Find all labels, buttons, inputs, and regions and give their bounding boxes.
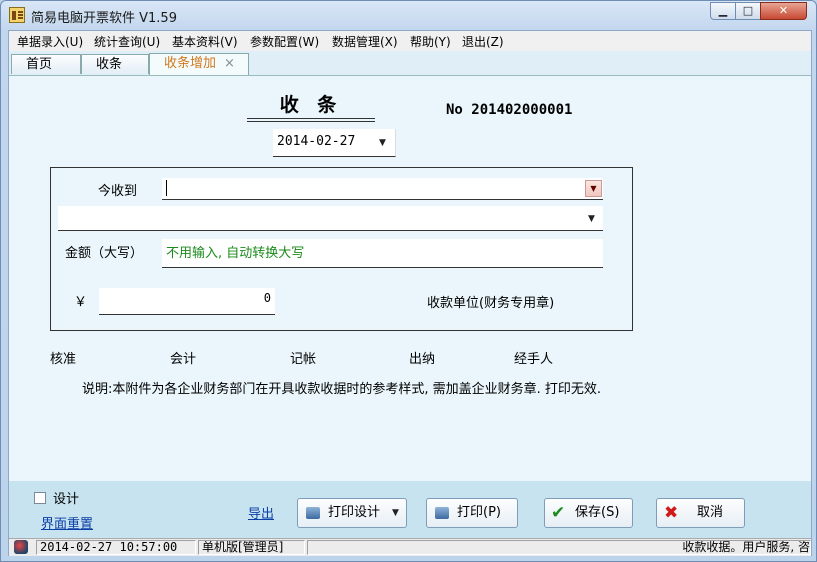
currency-symbol: ￥: [74, 295, 88, 310]
secondary-combo[interactable]: ▼: [58, 206, 603, 231]
app-icon: [9, 7, 25, 23]
save-button[interactable]: ✔ 保存(S): [544, 498, 633, 528]
export-link[interactable]: 导出: [248, 503, 274, 522]
signature-cashier: 出纳: [409, 352, 436, 367]
print-label: 打印(P): [457, 505, 501, 520]
save-label: 保存(S): [575, 505, 620, 520]
minimize-button[interactable]: ▁: [710, 2, 736, 20]
menu-item-help[interactable]: 帮助(Y): [410, 33, 451, 50]
menu-item-config[interactable]: 参数配置(W): [250, 33, 319, 50]
menu-item-exit[interactable]: 退出(Z): [462, 33, 504, 50]
tab-receipt-add-label: 收条增加: [164, 56, 217, 71]
received-from-input[interactable]: ▼: [162, 178, 603, 200]
menu-item-data-mgmt[interactable]: 数据管理(X): [332, 33, 398, 50]
tab-close-icon[interactable]: ×: [224, 56, 235, 71]
design-checkbox[interactable]: [34, 492, 46, 504]
receipt-frame: 今收到 ▼ ▼ 金额（大写） 不用输入, 自动转换大写 ￥ 0 收款单位(财务专…: [50, 167, 633, 331]
close-window-button[interactable]: ✕: [760, 2, 807, 20]
received-from-dropdown-icon[interactable]: ▼: [585, 180, 602, 197]
amount-upper-hint: 不用输入, 自动转换大写: [166, 246, 305, 261]
status-bar: 2014-02-27 10:57:00 单机版[管理员] 收款收据。用户服务, …: [9, 538, 811, 556]
title-underline: [247, 118, 375, 119]
signature-bookkeeper: 记帐: [290, 352, 317, 367]
signature-accountant: 会计: [170, 352, 197, 367]
tab-home-label: 首页: [26, 57, 53, 72]
design-label: 设计: [53, 492, 80, 507]
menu-item-basic-data[interactable]: 基本资料(V): [172, 33, 238, 50]
amount-input[interactable]: 0: [99, 288, 275, 315]
received-from-label: 今收到: [98, 184, 138, 199]
menu-bar: 单据录入(U) 统计查询(U) 基本资料(V) 参数配置(W) 数据管理(X) …: [9, 31, 811, 51]
reset-layout-link[interactable]: 界面重置: [41, 513, 93, 532]
status-message: 收款收据。用户服务, 咨: [307, 540, 811, 555]
checkmark-icon: ✔: [551, 503, 566, 523]
amount-value: 0: [263, 291, 271, 305]
date-picker[interactable]: 2014-02-27 ▼: [273, 129, 396, 157]
tab-strip: 首页 收条 收条增加 ×: [9, 51, 811, 76]
menu-item-stats[interactable]: 统计查询(U): [94, 33, 160, 50]
chevron-down-icon[interactable]: ▼: [379, 138, 386, 148]
text-cursor: [166, 180, 167, 196]
amount-upper-field: 不用输入, 自动转换大写: [162, 239, 603, 268]
cross-icon: ✖: [664, 503, 679, 523]
client-area: 单据录入(U) 统计查询(U) 基本资料(V) 参数配置(W) 数据管理(X) …: [8, 30, 812, 556]
status-datetime: 2014-02-27 10:57:00: [36, 540, 196, 555]
app-window: 简易电脑开票软件 V1.59 ▁ □ ✕ 单据录入(U) 统计查询(U) 基本资…: [0, 0, 817, 562]
receipt-number: No 201402000001: [446, 102, 573, 118]
date-value: 2014-02-27: [277, 134, 356, 149]
status-app-icon: [14, 540, 28, 554]
window-title: 简易电脑开票软件 V1.59: [31, 11, 177, 26]
tab-receipt-add[interactable]: 收条增加 ×: [149, 53, 249, 75]
signature-handler: 经手人: [514, 352, 554, 367]
receipt-form: 收 条 No 201402000001 2014-02-27 ▼ 今收到 ▼ ▼: [9, 76, 811, 481]
print-button[interactable]: 打印(P): [426, 498, 518, 528]
chevron-down-icon[interactable]: ▼: [392, 499, 399, 527]
title-bar: 简易电脑开票软件 V1.59 ▁ □ ✕: [1, 1, 816, 29]
signature-approve: 核准: [50, 352, 77, 367]
cancel-button[interactable]: ✖ 取消: [656, 498, 745, 528]
chevron-down-icon[interactable]: ▼: [588, 214, 595, 224]
print-design-label: 打印设计: [328, 505, 381, 520]
action-bar: 设计 界面重置 导出 打印设计 ▼ 打印(P) ✔ 保存(S) ✖ 取消: [9, 481, 811, 538]
cancel-label: 取消: [697, 505, 724, 520]
tab-home[interactable]: 首页: [11, 54, 81, 74]
menu-item-entry[interactable]: 单据录入(U): [17, 33, 83, 50]
status-mode: 单机版[管理员]: [198, 540, 305, 555]
receipt-title: 收 条: [279, 94, 343, 116]
maximize-button[interactable]: □: [735, 2, 761, 20]
receipt-note: 说明:本附件为各企业财务部门在开具收款收据时的参考样式, 需加盖企业财务章. 打…: [82, 382, 602, 397]
print-design-button[interactable]: 打印设计 ▼: [297, 498, 407, 528]
printer-icon: [435, 507, 449, 519]
amount-upper-label: 金额（大写）: [65, 246, 144, 261]
tab-receipt-label: 收条: [96, 57, 123, 72]
tab-receipt[interactable]: 收条: [81, 54, 149, 74]
title-underline-2: [247, 121, 375, 122]
payee-unit-label: 收款单位(财务专用章): [427, 296, 555, 311]
printer-icon: [306, 507, 320, 519]
